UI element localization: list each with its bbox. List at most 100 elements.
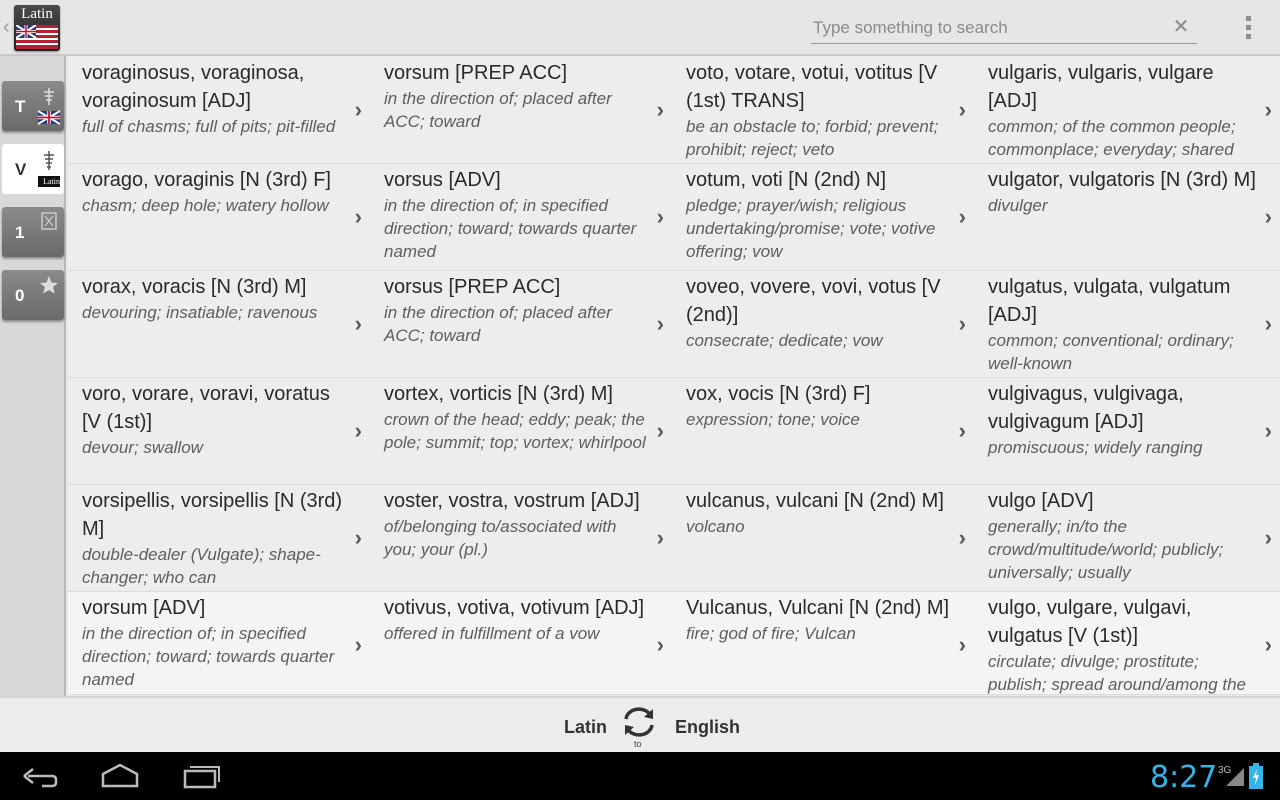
dictionary-entry[interactable]: vortex, vorticis [N (3rd) M] crown of th… <box>370 378 672 485</box>
dictionary-entry[interactable]: vorsum [PREP ACC] in the direction of; p… <box>370 57 672 164</box>
sidebar-tab-dictionary[interactable]: V Latin <box>2 144 64 194</box>
entry-term: vox, vocis [N (3rd) F] <box>686 383 871 405</box>
dictionary-entry[interactable]: vulgivagus, vulgivaga, vulgivagum [ADJ] … <box>974 378 1280 485</box>
entry-term: vorax, voracis [N (3rd) M] <box>82 276 307 298</box>
action-bar: ‹ Latin ✕ <box>0 0 1280 56</box>
tab-letter: 0 <box>15 286 25 305</box>
entry-definition: offered in fulfillment of a vow <box>384 624 600 643</box>
chevron-right-icon: › <box>1264 418 1272 443</box>
chevron-right-icon: › <box>354 204 362 229</box>
home-icon[interactable] <box>100 762 140 790</box>
entry-definition: devour; swallow <box>82 438 203 457</box>
entry-definition: of/belonging to/associated with you; you… <box>384 517 617 559</box>
sidebar-tab-history[interactable]: 1 <box>2 207 64 257</box>
dictionary-entry[interactable]: votum, voti [N (2nd) N] pledge; prayer/w… <box>672 164 974 271</box>
tab-letter: T <box>15 97 26 116</box>
entry-definition: double-dealer (Vulgate); shape-changer; … <box>82 545 321 587</box>
entry-term: voveo, vovere, vovi, votus [V (2nd)] <box>686 276 941 326</box>
results-grid: voraginosus, voraginosa, voraginosum [AD… <box>68 57 1280 695</box>
search-box: ✕ <box>811 14 1197 44</box>
sidebar-tab-translate[interactable]: T <box>2 81 64 131</box>
back-icon[interactable] <box>20 762 60 790</box>
entry-term: votum, voti [N (2nd) N] <box>686 169 887 191</box>
source-language[interactable]: Latin <box>564 717 607 738</box>
entry-term: vorsus [PREP ACC] <box>384 276 561 298</box>
dictionary-entry[interactable]: votivus, votiva, votivum [ADJ] offered i… <box>370 592 672 695</box>
dictionary-entry[interactable]: vorsus [PREP ACC] in the direction of; p… <box>370 271 672 378</box>
entry-definition: in the direction of; in specified direct… <box>384 196 637 261</box>
chevron-right-icon: › <box>1264 97 1272 122</box>
status-clock: 8:27 <box>1150 760 1218 795</box>
entry-definition: common; conventional; ordinary; well-kno… <box>988 331 1234 373</box>
target-language[interactable]: English <box>675 717 740 738</box>
dictionary-entry[interactable]: vorsum [ADV] in the direction of; in spe… <box>68 592 370 695</box>
entry-term: vulgo, vulgare, vulgavi, vulgatus [V (1s… <box>988 597 1192 647</box>
entry-term: vorsum [ADV] <box>82 597 206 619</box>
entry-definition: volcano <box>686 517 745 536</box>
dictionary-entry[interactable]: vulgo, vulgare, vulgavi, vulgatus [V (1s… <box>974 592 1280 695</box>
dictionary-entry[interactable]: voraginosus, voraginosa, voraginosum [AD… <box>68 57 370 164</box>
translate-uk-flag-icon <box>38 88 60 125</box>
dictionary-entry[interactable]: voveo, vovere, vovi, votus [V (2nd)] con… <box>672 271 974 378</box>
tab-letter: V <box>15 160 27 179</box>
chevron-right-icon: › <box>1264 525 1272 550</box>
entry-term: vulgatus, vulgata, vulgatum [ADJ] <box>988 276 1231 326</box>
battery-icon <box>1249 763 1263 789</box>
dictionary-entry[interactable]: Vulcanus, Vulcani [N (2nd) M] fire; god … <box>672 592 974 695</box>
up-caret-icon[interactable]: ‹ <box>3 16 10 39</box>
dictionary-entry[interactable]: vulgator, vulgatoris [N (3rd) M] divulge… <box>974 164 1280 271</box>
history-icon <box>41 212 57 230</box>
dictionary-entry[interactable]: vulgatus, vulgata, vulgatum [ADJ] common… <box>974 271 1280 378</box>
recent-apps-icon[interactable] <box>182 762 222 790</box>
dictionary-entry[interactable]: vorsipellis, vorsipellis [N (3rd) M] dou… <box>68 485 370 592</box>
search-input[interactable] <box>813 16 1163 40</box>
chevron-right-icon: › <box>656 525 664 550</box>
dictionary-entry[interactable]: vulcanus, vulcani [N (2nd) M] volcano › <box>672 485 974 592</box>
chevron-right-icon: › <box>656 632 664 657</box>
dictionary-entry[interactable]: vorago, voraginis [N (3rd) F] chasm; dee… <box>68 164 370 271</box>
dictionary-entry[interactable]: vorsus [ADV] in the direction of; in spe… <box>370 164 672 271</box>
chevron-right-icon: › <box>958 418 966 443</box>
entry-term: voro, vorare, voravi, voratus [V (1st)] <box>82 383 330 433</box>
chevron-right-icon: › <box>656 97 664 122</box>
clear-search-icon[interactable]: ✕ <box>1171 16 1191 38</box>
entry-definition: full of chasms; full of pits; pit-filled <box>82 117 336 136</box>
dictionary-entry[interactable]: voro, vorare, voravi, voratus [V (1st)] … <box>68 378 370 485</box>
entry-definition: circulate; divulge; prostitute; publish;… <box>988 652 1247 694</box>
dictionary-entry[interactable]: vox, vocis [N (3rd) F] expression; tone;… <box>672 378 974 485</box>
flag-icon <box>16 25 58 49</box>
chevron-right-icon: › <box>958 97 966 122</box>
swap-label: to <box>634 739 642 749</box>
chevron-right-icon: › <box>354 632 362 657</box>
dictionary-entry[interactable]: vorax, voracis [N (3rd) M] devouring; in… <box>68 271 370 378</box>
chevron-right-icon: › <box>958 525 966 550</box>
entry-definition: divulger <box>988 196 1048 215</box>
dictionary-entry[interactable]: voto, votare, votui, votitus [V (1st) TR… <box>672 57 974 164</box>
chevron-right-icon: › <box>1264 204 1272 229</box>
entry-definition: common; of the common people; commonplac… <box>988 117 1236 159</box>
entry-definition: pledge; prayer/wish; religious undertaki… <box>686 196 936 261</box>
entry-term: vorsum [PREP ACC] <box>384 62 568 84</box>
chevron-right-icon: › <box>656 311 664 336</box>
entry-term: voto, votare, votui, votitus [V (1st) TR… <box>686 62 938 112</box>
swap-languages-icon[interactable] <box>620 704 658 740</box>
overflow-menu-icon[interactable] <box>1238 14 1258 44</box>
star-icon <box>40 276 58 294</box>
entry-term: voraginosus, voraginosa, voraginosum [AD… <box>82 62 305 112</box>
dictionary-entry[interactable]: voster, vostra, vostrum [ADJ] of/belongi… <box>370 485 672 592</box>
chevron-right-icon: › <box>958 632 966 657</box>
entry-term: Vulcanus, Vulcani [N (2nd) M] <box>686 597 950 619</box>
entry-term: vortex, vorticis [N (3rd) M] <box>384 383 613 405</box>
entry-term: vulgaris, vulgaris, vulgare [ADJ] <box>988 62 1214 112</box>
dictionary-entry[interactable]: vulgaris, vulgaris, vulgare [ADJ] common… <box>974 57 1280 164</box>
app-icon[interactable]: Latin <box>14 5 60 51</box>
entry-definition: in the direction of; in specified direct… <box>82 624 335 689</box>
system-nav-bar: 8:27 3G <box>0 752 1280 800</box>
dictionary-entry[interactable]: vulgo [ADV] generally; in/to the crowd/m… <box>974 485 1280 592</box>
entry-definition: fire; god of fire; Vulcan <box>686 624 856 643</box>
latin-label: Latin <box>43 177 60 186</box>
sidebar-tab-favorites[interactable]: 0 <box>2 270 64 320</box>
chevron-right-icon: › <box>354 311 362 336</box>
chevron-right-icon: › <box>354 97 362 122</box>
chevron-right-icon: › <box>1264 311 1272 336</box>
